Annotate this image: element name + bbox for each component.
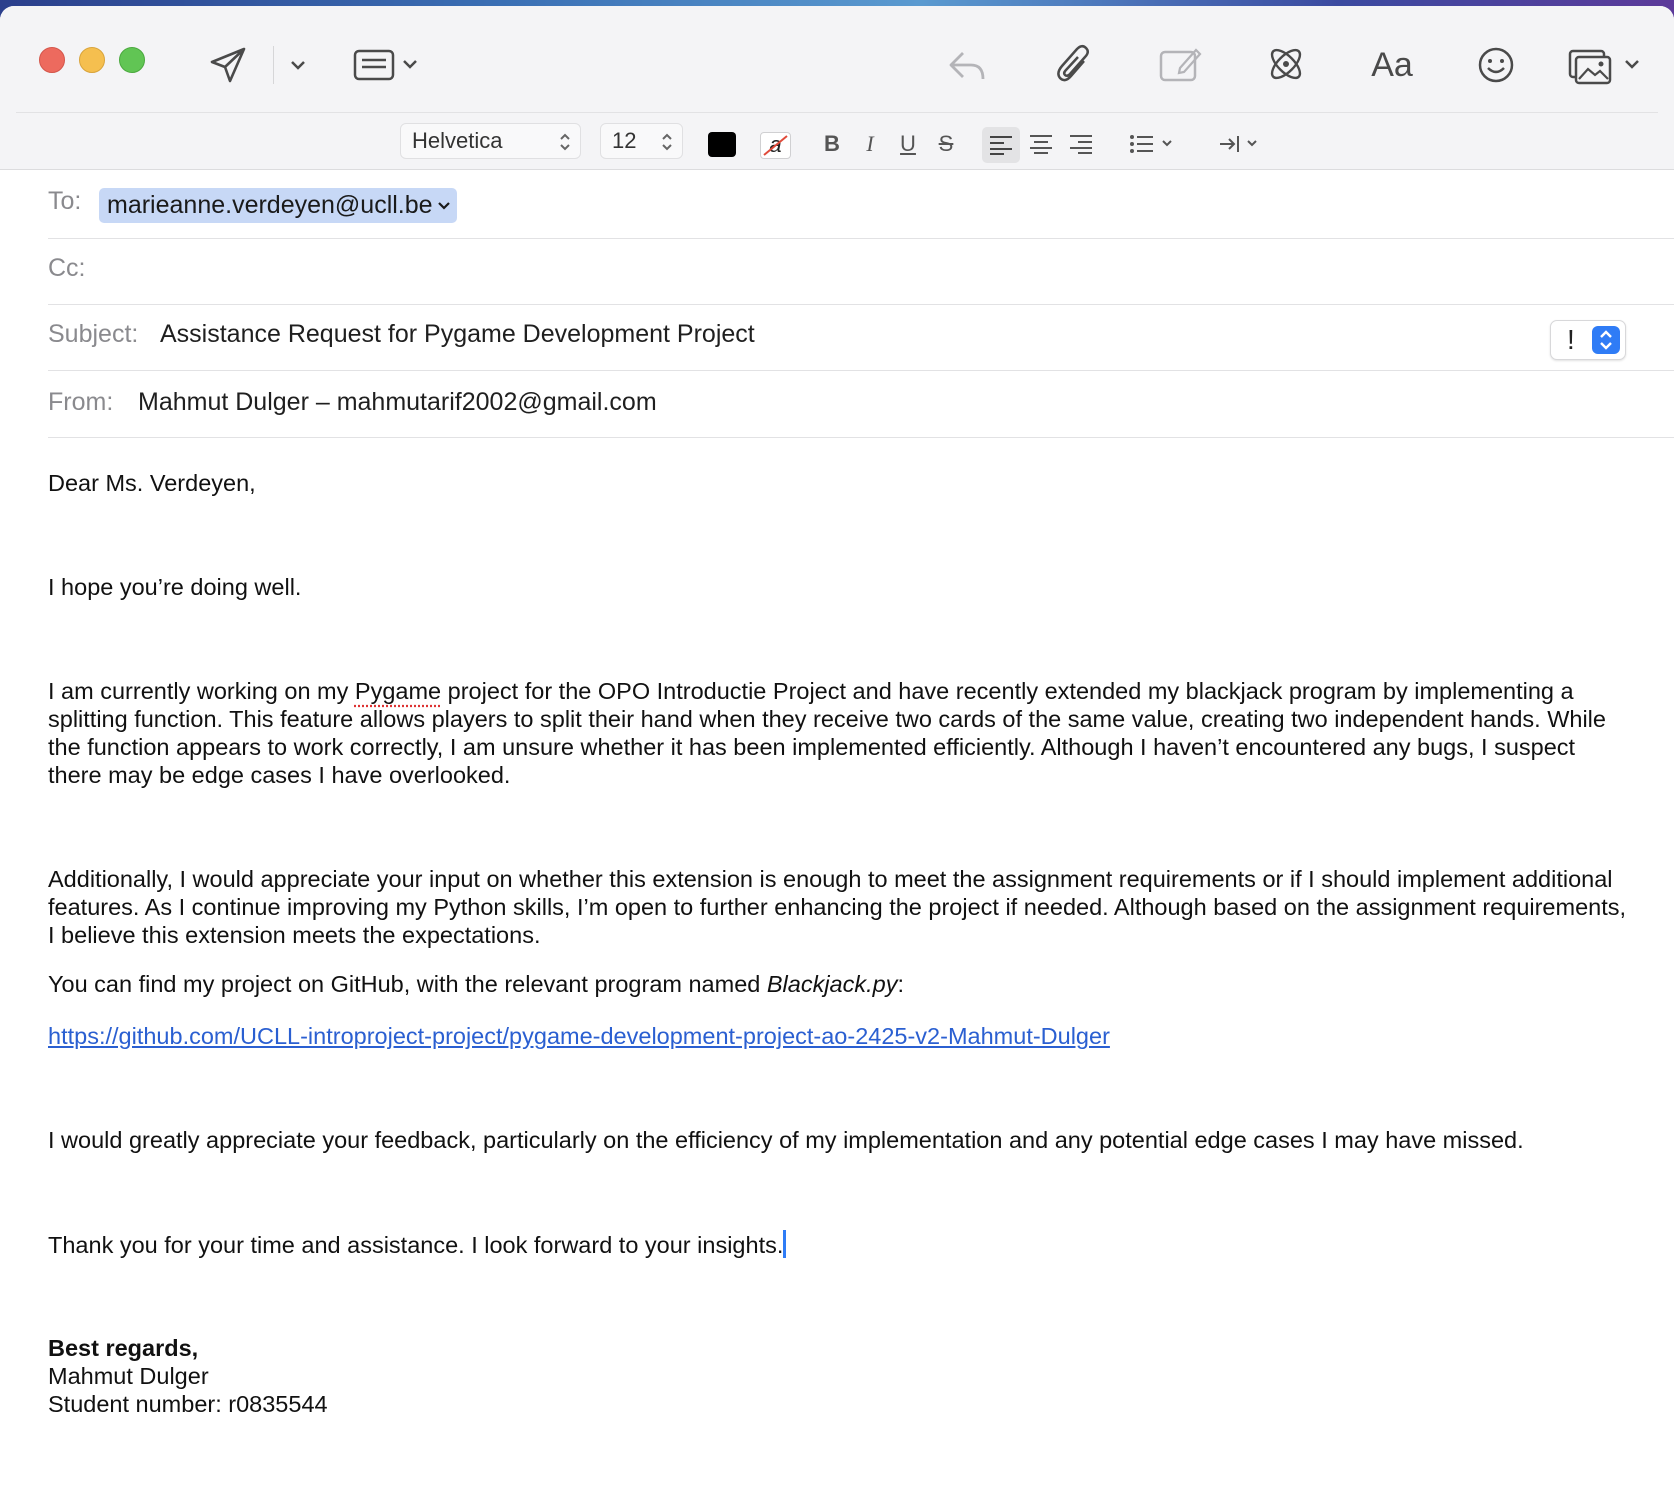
from-select[interactable]: Mahmut Dulger – mahmutarif2002@gmail.com [138,388,657,417]
updown-arrows-icon [1600,330,1612,350]
markup-button[interactable] [1155,42,1205,88]
student-number: Student number: r0835544 [48,1391,328,1417]
to-label: To: [48,187,82,215]
toolbar: Aa Helvetica 12 a B I U S [0,6,1674,170]
github-colon: : [897,971,905,997]
font-size-select[interactable]: 12 [600,123,683,159]
underline-label: U [900,131,916,156]
paragraph-github: You can find my project on GitHub, with … [48,970,1628,998]
writing-tools-icon [1270,48,1302,80]
send-options-button[interactable] [286,51,310,79]
bullet-list-icon [1130,135,1172,153]
from-label: From: [48,388,114,416]
align-left-icon [990,136,1012,155]
header-fields-icon [353,49,417,81]
attach-button[interactable] [1051,40,1097,90]
sign-off: Best regards, [48,1335,199,1361]
align-center-icon [1030,135,1052,154]
cc-field-row[interactable] [48,238,1674,305]
emoji-icon [1478,47,1514,83]
underline-button[interactable]: U [894,128,922,160]
zoom-window-button[interactable] [119,47,145,73]
chevron-down-icon [437,201,450,210]
header-fields-button[interactable] [352,42,422,88]
font-family-select[interactable]: Helvetica [400,123,581,159]
priority-glyph: ! [1567,324,1575,355]
paragraph-feedback: I would greatly appreciate your feedback… [48,1127,1524,1153]
mail-compose-window: Aa Helvetica 12 a B I U S [0,6,1674,1500]
send-button[interactable] [205,42,251,88]
send-icon [210,47,246,83]
strikethrough-button[interactable]: S [932,128,960,160]
italic-button[interactable]: I [856,128,884,160]
updown-arrows-icon [662,133,672,151]
font-panel-button[interactable]: Aa [1366,42,1418,88]
paragraph-thanks: Thank you for your time and assistance. … [48,1230,1628,1259]
align-right-button[interactable] [1062,128,1100,160]
subject-input[interactable]: Assistance Request for Pygame Developmen… [160,320,755,349]
writing-tools-button[interactable] [1261,39,1311,89]
font-panel-label: Aa [1371,45,1413,84]
paragraph-additional: Additionally, I would appreciate your in… [48,866,1627,948]
github-link-line: https://github.com/UCLL-introproject-pro… [48,1022,1628,1050]
background-color-button[interactable]: a [760,132,791,159]
to-recipient-address: marieanne.verdeyen@ucll.be [107,191,433,219]
align-center-button[interactable] [1022,128,1060,160]
greeting-text: Dear Ms. Verdeyen, [48,470,256,496]
chevron-down-icon [291,61,305,70]
list-style-button[interactable] [1128,128,1178,160]
priority-stepper[interactable] [1592,326,1620,354]
emoji-button[interactable] [1473,42,1519,88]
paragraph-project-start: I am currently working on my [48,678,355,704]
hope-text: I hope you’re doing well. [48,574,302,600]
thanks-text: Thank you for your time and assistance. … [48,1232,784,1258]
toolbar-divider [16,112,1658,113]
text-cursor [783,1230,787,1258]
close-window-button[interactable] [39,47,65,73]
program-name: Blackjack.py [766,971,898,997]
cc-label: Cc: [48,254,86,282]
github-link[interactable]: https://github.com/UCLL-introproject-pro… [48,1023,1110,1049]
paragraph-project: I am currently working on my Pygame proj… [48,677,1628,789]
indent-button[interactable] [1218,128,1264,160]
strikethrough-slash-icon [763,135,788,156]
photo-browser-button[interactable] [1568,42,1644,88]
align-right-icon [1070,135,1092,154]
align-left-button[interactable] [982,127,1020,163]
markup-icon [1159,48,1202,82]
bold-button[interactable]: B [818,128,846,160]
bold-label: B [824,131,840,156]
font-size-value: 12 [612,128,637,153]
updown-arrows-icon [560,133,570,151]
reply-button[interactable] [944,42,990,88]
signature-name: Mahmut Dulger [48,1363,209,1389]
photo-browser-icon [1568,49,1639,85]
strikethrough-label: S [938,131,954,156]
priority-select[interactable]: ! [1550,320,1626,360]
subject-label: Subject: [48,320,139,348]
misspelled-word[interactable]: Pygame [355,678,441,704]
minimize-window-button[interactable] [79,47,105,73]
github-text: You can find my project on GitHub, with … [48,971,767,997]
italic-label: I [866,131,874,156]
text-color-button[interactable] [708,132,736,157]
indent-icon [1220,136,1257,152]
to-recipient-token[interactable]: marieanne.verdeyen@ucll.be [99,188,457,223]
reply-icon [949,52,985,80]
font-family-value: Helvetica [412,128,503,153]
toolbar-separator [273,46,274,84]
paperclip-icon [1057,45,1089,82]
